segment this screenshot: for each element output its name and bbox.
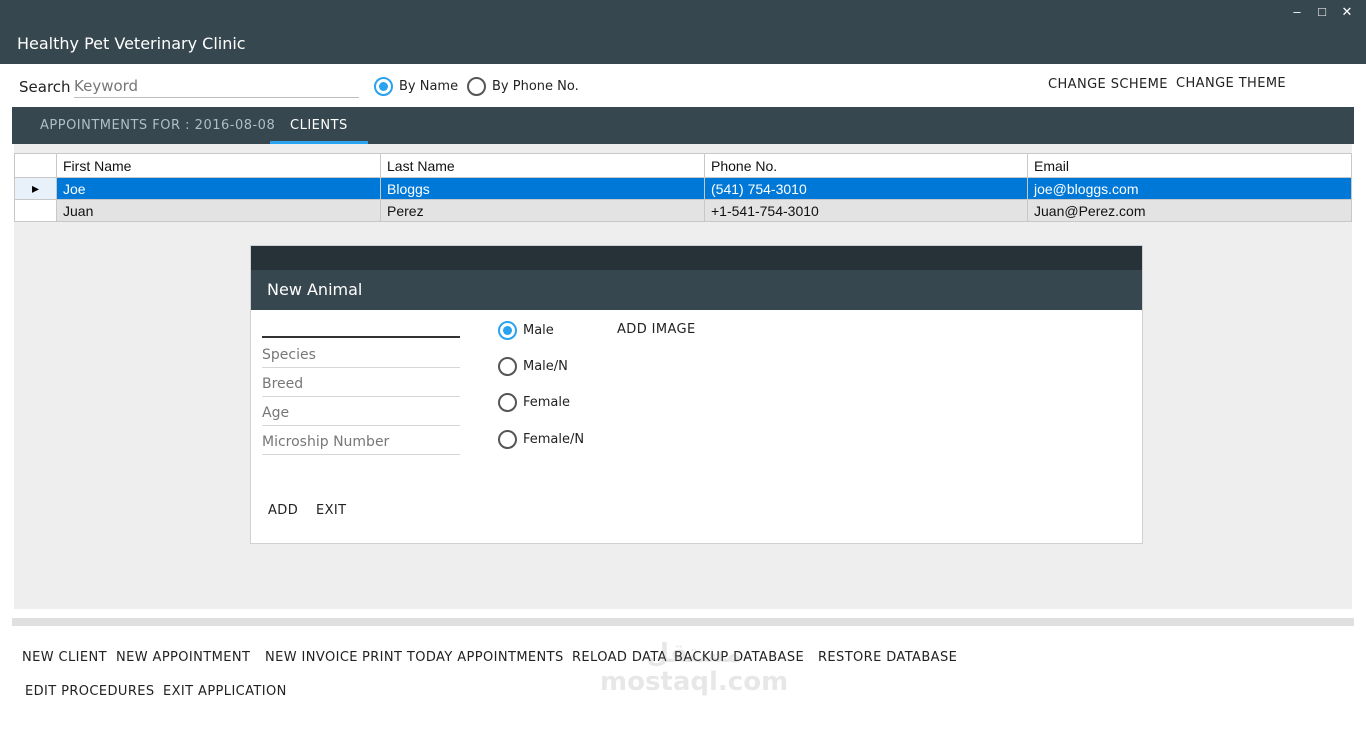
dialog-drag-bar[interactable] bbox=[251, 246, 1142, 270]
new-client-button[interactable]: NEW CLIENT bbox=[22, 650, 107, 665]
watermark-arabic: مستقل bbox=[646, 639, 742, 669]
column-header-first-name[interactable]: First Name bbox=[56, 153, 381, 178]
cell-first-name[interactable]: Juan bbox=[56, 199, 381, 222]
add-image-button[interactable]: ADD IMAGE bbox=[617, 322, 696, 337]
cell-first-name[interactable]: Joe bbox=[56, 177, 381, 200]
species-input[interactable] bbox=[262, 342, 460, 368]
tab-clients[interactable]: CLIENTS bbox=[270, 107, 368, 144]
column-header-phone[interactable]: Phone No. bbox=[704, 153, 1028, 178]
column-header-last-name[interactable]: Last Name bbox=[380, 153, 705, 178]
change-scheme-button[interactable]: CHANGE SCHEME bbox=[1048, 77, 1168, 92]
search-by-phone-label: By Phone No. bbox=[492, 79, 579, 94]
radio-selected-icon bbox=[498, 321, 517, 340]
maximize-icon[interactable]: □ bbox=[1311, 2, 1333, 22]
gender-female-label: Female bbox=[523, 395, 571, 410]
radio-selected-icon bbox=[374, 77, 393, 96]
search-by-name-radio[interactable]: By Name bbox=[374, 77, 458, 96]
exit-application-button[interactable]: EXIT APPLICATION bbox=[163, 684, 287, 699]
gender-female-radio[interactable]: Female bbox=[498, 393, 570, 412]
table-header-row: First Name Last Name Phone No. Email bbox=[14, 153, 1352, 178]
gender-male-n-radio[interactable]: Male/N bbox=[498, 357, 568, 376]
age-input[interactable] bbox=[262, 400, 460, 426]
gender-male-radio[interactable]: Male bbox=[498, 321, 554, 340]
search-label: Search bbox=[19, 78, 71, 96]
cell-phone[interactable]: (541) 754-3010 bbox=[704, 177, 1028, 200]
table-row[interactable]: Juan Perez +1-541-754-3010 Juan@Perez.co… bbox=[14, 199, 1352, 222]
animal-name-input[interactable] bbox=[262, 312, 460, 338]
tab-bar: APPOINTMENTS FOR : 2016-08-08 CLIENTS bbox=[12, 107, 1354, 144]
window-titlebar[interactable]: – □ ✕ bbox=[0, 0, 1366, 24]
table-row[interactable]: ▸ Joe Bloggs (541) 754-3010 joe@bloggs.c… bbox=[14, 177, 1352, 200]
cell-email[interactable]: joe@bloggs.com bbox=[1027, 177, 1352, 200]
app-title: Healthy Pet Veterinary Clinic bbox=[17, 34, 246, 53]
app-header: Healthy Pet Veterinary Clinic bbox=[0, 24, 1366, 64]
new-appointment-button[interactable]: NEW APPOINTMENT bbox=[116, 650, 250, 665]
breed-input[interactable] bbox=[262, 371, 460, 397]
close-icon[interactable]: ✕ bbox=[1336, 2, 1358, 22]
change-theme-button[interactable]: CHANGE THEME bbox=[1176, 76, 1286, 91]
search-by-phone-radio[interactable]: By Phone No. bbox=[467, 77, 579, 96]
row-header-corner bbox=[14, 153, 57, 178]
print-today-appointments-button[interactable]: PRINT TODAY APPOINTMENTS bbox=[362, 650, 564, 665]
radio-unselected-icon bbox=[498, 430, 517, 449]
new-animal-dialog: New Animal Male Male/N Female Female/N A… bbox=[250, 245, 1143, 544]
tab-appointments[interactable]: APPOINTMENTS FOR : 2016-08-08 bbox=[40, 107, 275, 144]
restore-database-button[interactable]: RESTORE DATABASE bbox=[818, 650, 957, 665]
edit-procedures-button[interactable]: EDIT PROCEDURES bbox=[25, 684, 155, 699]
divider bbox=[12, 618, 1354, 626]
add-animal-button[interactable]: ADD bbox=[268, 503, 298, 518]
column-header-email[interactable]: Email bbox=[1027, 153, 1352, 178]
exit-dialog-button[interactable]: EXIT bbox=[316, 503, 347, 518]
gender-male-n-label: Male/N bbox=[523, 359, 568, 374]
cell-phone[interactable]: +1-541-754-3010 bbox=[704, 199, 1028, 222]
watermark: مستقل mostaql.com bbox=[600, 640, 788, 696]
gender-female-n-label: Female/N bbox=[523, 432, 585, 447]
clients-table[interactable]: First Name Last Name Phone No. Email ▸ J… bbox=[14, 153, 1352, 222]
minimize-icon[interactable]: – bbox=[1286, 2, 1308, 22]
microchip-input[interactable] bbox=[262, 429, 460, 455]
dialog-title: New Animal bbox=[267, 280, 363, 299]
gender-female-n-radio[interactable]: Female/N bbox=[498, 430, 584, 449]
search-input[interactable] bbox=[74, 74, 359, 98]
radio-unselected-icon bbox=[498, 393, 517, 412]
cell-last-name[interactable]: Perez bbox=[380, 199, 705, 222]
cell-email[interactable]: Juan@Perez.com bbox=[1027, 199, 1352, 222]
search-by-name-label: By Name bbox=[399, 79, 459, 94]
new-invoice-button[interactable]: NEW INVOICE bbox=[265, 650, 358, 665]
dialog-header: New Animal bbox=[251, 270, 1142, 310]
radio-unselected-icon bbox=[467, 77, 486, 96]
radio-unselected-icon bbox=[498, 357, 517, 376]
gender-male-label: Male bbox=[523, 323, 554, 338]
watermark-url: mostaql.com bbox=[600, 667, 789, 697]
row-selector[interactable] bbox=[14, 199, 57, 222]
cell-last-name[interactable]: Bloggs bbox=[380, 177, 705, 200]
row-selector-arrow-icon[interactable]: ▸ bbox=[14, 177, 57, 200]
